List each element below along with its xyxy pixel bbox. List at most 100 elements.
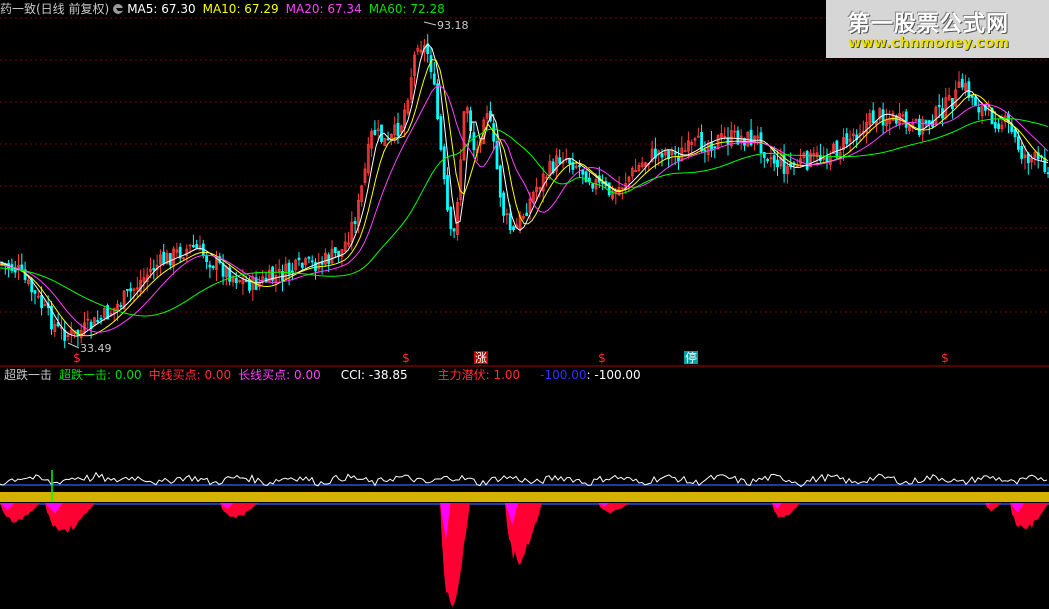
candle-body [918,118,921,136]
candle-body [380,124,383,142]
indicator-name: 超跌一击 [4,368,53,382]
price-low-annotation: 33.49 [80,342,112,355]
candle-body [845,133,849,145]
candle-body [974,96,977,107]
candle-body [129,288,133,292]
signal-marker: $ [73,351,81,365]
candle-body [967,81,971,98]
candle-body [439,116,443,150]
indicator-value-6: -100.00 [540,368,587,382]
indicator-value-4: CCI: -38.85 [340,368,408,382]
candle-body [772,155,776,164]
candle-body [776,159,779,168]
candle-body [581,169,585,175]
ma60-label: MA60: 72.28 [368,2,445,16]
candle-body [33,290,37,294]
baseline-band [0,492,1049,502]
candle-body [119,305,123,307]
ma10-line [0,59,1049,337]
candle-body [525,212,529,216]
candle-body [1017,136,1020,150]
candle-body [1043,157,1047,172]
candle-body [512,226,515,231]
ma5-line [0,43,1049,337]
candle-body [333,247,337,253]
candle-body [297,257,301,261]
candle-body [152,268,156,271]
indicator-legend: 超跌一击 超跌一击: 0.00 中线买点: 0.00 长线买点: 0.00 CCI: -… [4,368,641,382]
ma20-label: MA20: 67.34 [285,2,362,16]
candle-body [168,253,172,266]
candle-body [307,256,311,259]
ma5-label: MA5: 67.30 [127,2,196,16]
candle-body [442,146,446,180]
candle-body [673,152,677,155]
watermark-logo: 第一股票公式网 www.chnmoney.com [826,0,1049,58]
candle-body [195,244,199,249]
candle-body [766,159,769,161]
candle-body [436,83,440,120]
candle-body [300,262,304,268]
stock-chart-window: 93.18 33.49 $ $ 涨 $ 停 $ 药一致(日线 前复权) MA5: 67.30 MA… [0,0,1049,609]
price-high-pointer [423,21,437,26]
candle-body [290,270,294,273]
candle-body [993,122,997,129]
ma60-line [0,118,1049,317]
candle-body [208,264,212,268]
candle-body [20,264,24,270]
signal-marker: 涨 [475,350,487,365]
candle-body [191,245,195,248]
candle-body [607,182,611,196]
candle-body [40,295,43,309]
main-legend: 药一致(日线 前复权) MA5: 67.30 MA10: 67.29 MA20: 67… [0,2,445,16]
candle-body [710,142,713,151]
ma10-label: MA10: 67.29 [202,2,279,16]
watermark-title: 第一股票公式网 [848,12,1010,37]
candle-body [310,260,314,263]
signal-marker: $ [941,351,949,365]
indicator-value-2: 中线买点: 0.00 [148,368,232,382]
candle-body [558,157,562,164]
candle-body [508,213,512,231]
candle-body [881,109,885,126]
candle-body [211,265,215,269]
candle-body [234,277,238,284]
candle-body [472,132,476,151]
candles [0,34,1049,349]
candle-body [578,165,581,167]
candle-body [221,263,225,277]
candle-body [287,262,291,275]
candle-body [805,150,809,170]
candle-body [568,158,571,164]
candle-body [1020,145,1024,159]
settings-icon[interactable] [113,4,125,14]
signal-marker: $ [402,351,410,365]
signal-marker: 停 [685,350,697,365]
candle-body [736,130,740,145]
candle-body [677,156,680,162]
candle-body [386,138,390,141]
candle-body [244,280,248,283]
candle-body [205,255,209,263]
candle-body [446,175,449,211]
candle-body [126,289,129,291]
price-high-annotation: 93.18 [437,19,469,32]
candle-body [970,95,974,98]
candle-body [373,129,377,136]
price-and-indicator-chart[interactable]: 93.1833.49$ $ 涨 $ 停 $ [0,0,1049,609]
candle-body [1013,128,1017,138]
watermark-url: www.chnmoney.com [848,35,1009,51]
candle-body [835,140,839,158]
candle-body [1026,153,1030,164]
candle-body [162,251,166,265]
candle-body [502,192,506,216]
candle-body [937,104,941,107]
candle-body [904,111,908,128]
candle-body [99,317,103,320]
candle-body [96,320,100,323]
indicator-value-7: : -100.00 [586,368,641,382]
candle-body [449,206,453,230]
candle-body [726,137,730,145]
indicator-value-1: 超跌一击: 0.00 [59,368,142,382]
price-low-pointer [67,342,80,349]
